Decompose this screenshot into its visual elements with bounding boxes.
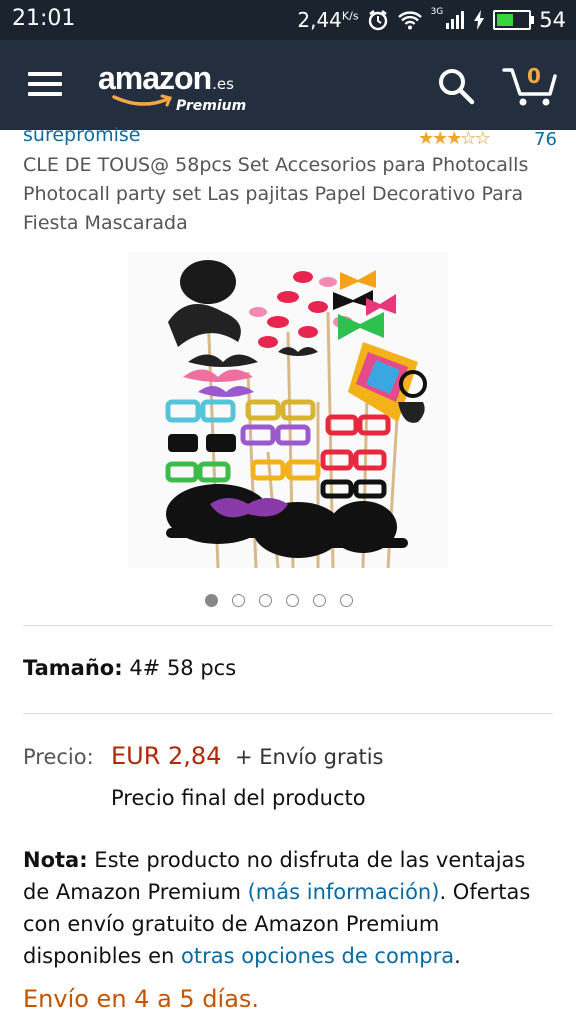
status-icons: 2,44K/s 3G 54 [297, 4, 566, 36]
other-buying-options-link[interactable]: otras opciones de compra [181, 944, 454, 968]
status-time: 21:01 [12, 6, 76, 31]
carousel-dot[interactable] [259, 594, 272, 607]
amazon-logo[interactable]: amazon.es Premium [98, 60, 246, 114]
photo-props-illustration [165, 260, 427, 568]
product-image[interactable] [128, 252, 448, 568]
star-icon: ★ [432, 128, 448, 149]
delivery-estimate: Envío en 4 a 5 días. [23, 985, 260, 1013]
status-bar: 21:01 2,44K/s 3G 54 [0, 0, 576, 40]
final-price-text: Precio final del producto [111, 786, 366, 810]
network-type: 3G [430, 7, 444, 17]
network-speed: 2,44K/s [297, 8, 359, 32]
amazon-smile-icon [112, 94, 173, 107]
star-icon: ☆ [474, 128, 491, 149]
divider [23, 625, 553, 626]
carousel-dot[interactable] [340, 594, 353, 607]
more-info-link[interactable]: (más información) [248, 880, 440, 904]
seller-link[interactable]: surepromise [23, 124, 140, 146]
star-icon: ☆ [460, 128, 476, 149]
rating-stars[interactable]: ★★★☆☆ [418, 128, 491, 149]
product-title: CLE DE TOUS@ 58pcs Set Accesorios para P… [23, 154, 529, 234]
size-row[interactable]: Tamaño: 4# 58 pcs [23, 656, 236, 680]
carousel-dot[interactable] [205, 594, 218, 607]
carousel-dot[interactable] [313, 594, 326, 607]
star-icon: ★ [446, 128, 462, 149]
price-value: EUR 2,84 [111, 742, 222, 770]
price-label: Precio: [23, 745, 94, 769]
star-icon: ★ [418, 128, 434, 149]
shipping-text: + Envío gratis [235, 745, 384, 769]
search-icon[interactable] [436, 66, 476, 106]
app-header: amazon.es Premium 0 [0, 40, 576, 130]
charging-icon [474, 10, 485, 30]
battery-level [497, 14, 514, 26]
carousel-dot[interactable] [232, 594, 245, 607]
divider [23, 713, 553, 714]
size-label: Tamaño: [23, 656, 123, 680]
size-value: 4# 58 pcs [129, 656, 237, 680]
note-label: Nota: [23, 848, 88, 872]
wifi-icon [397, 11, 422, 30]
rating-count-link[interactable]: 76 [534, 129, 557, 150]
cart-count-badge: 0 [527, 64, 541, 88]
menu-icon[interactable] [28, 72, 62, 98]
alarm-icon [368, 10, 387, 31]
battery-icon [493, 10, 535, 30]
battery-percent: 54 [539, 8, 566, 32]
image-carousel-dots[interactable] [205, 594, 353, 607]
premium-note: Nota: Este producto no disfruta de las v… [23, 848, 531, 968]
carousel-dot[interactable] [286, 594, 299, 607]
signal-icon [446, 11, 465, 29]
